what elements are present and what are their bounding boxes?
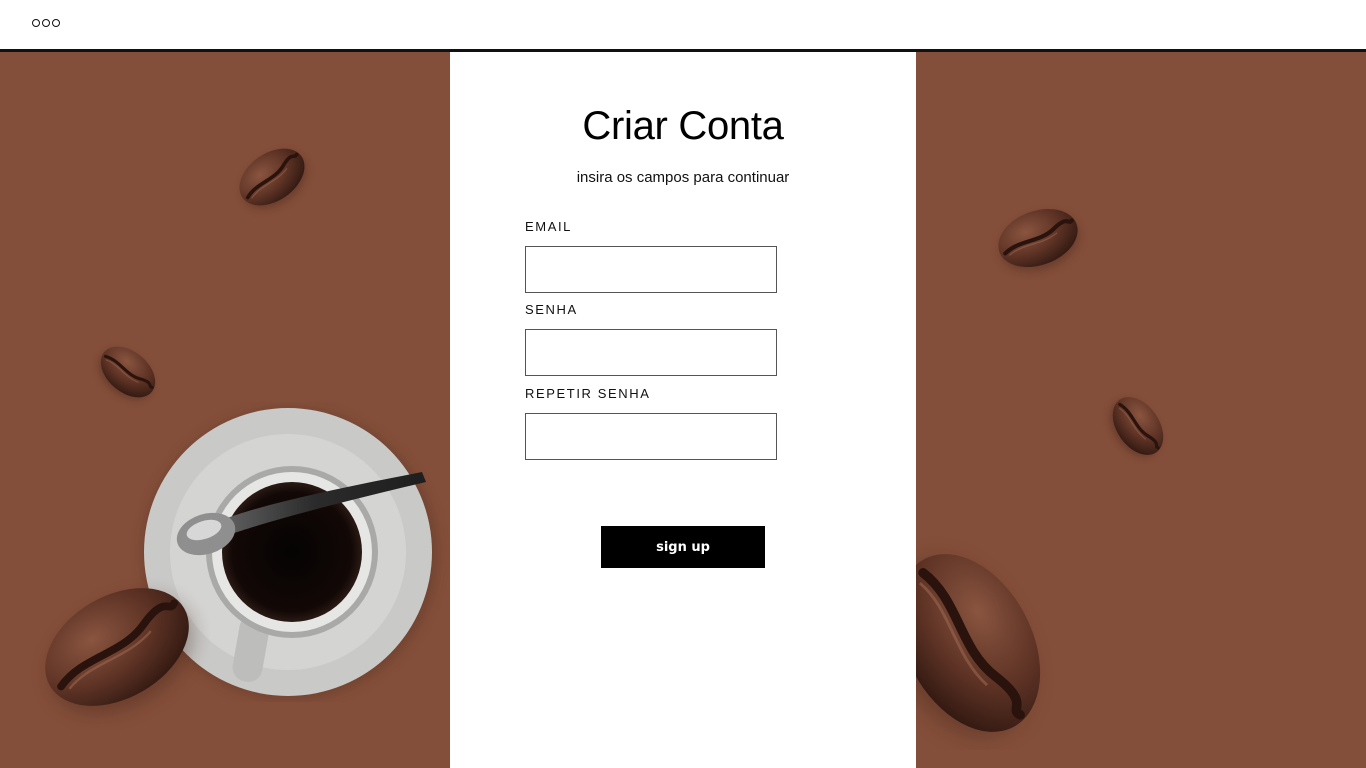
coffee-bean-icon [988,196,1088,280]
top-bar [0,0,1366,50]
coffee-bean-icon [226,136,318,218]
coffee-bean-icon [24,564,210,730]
signup-card: Criar Conta insira os campos para contin… [450,52,916,768]
repeat-password-field[interactable] [525,413,777,460]
email-label: EMAIL [525,219,573,234]
page-title: Criar Conta [582,104,784,148]
password-label: SENHA [525,302,578,317]
sign-up-button[interactable]: sign up [601,526,765,568]
email-field[interactable] [525,246,777,293]
left-decor-panel [0,52,450,768]
password-field[interactable] [525,329,777,376]
more-dots-icon[interactable] [32,18,62,30]
repeat-password-label: REPETIR SENHA [525,386,651,401]
coffee-bean-icon [1100,388,1176,464]
coffee-bean-icon [90,334,166,410]
page-subtitle: insira os campos para continuar [576,169,790,186]
